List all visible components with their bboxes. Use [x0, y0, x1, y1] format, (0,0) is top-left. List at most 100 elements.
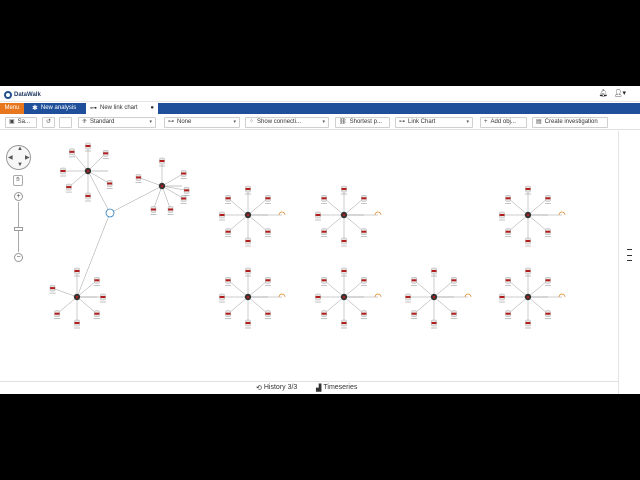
entity-node-band[interactable]	[181, 197, 187, 200]
entity-node-band[interactable]	[69, 150, 75, 153]
hand-icon[interactable]: ✋︎	[13, 175, 23, 186]
entity-node-band[interactable]	[341, 322, 347, 324]
entity-node-band[interactable]	[60, 170, 66, 172]
entity-node-band[interactable]	[184, 189, 190, 192]
entity-node-band[interactable]	[100, 296, 106, 298]
entity-node-band[interactable]	[265, 312, 271, 315]
entity-node-band[interactable]	[245, 270, 251, 272]
entity-node-band[interactable]	[321, 312, 327, 315]
hub-node-center[interactable]	[86, 169, 90, 173]
wifi-node-icon[interactable]	[278, 293, 286, 298]
link-chart-canvas[interactable]	[0, 131, 618, 381]
entity-node-band[interactable]	[245, 240, 251, 242]
redo-button[interactable]	[59, 117, 72, 128]
entity-node-band[interactable]	[545, 197, 551, 200]
user-menu[interactable]: 👤︎▾	[614, 89, 626, 97]
entity-node-band[interactable]	[361, 230, 367, 233]
entity-node-band[interactable]	[219, 296, 225, 298]
hub-node-center[interactable]	[526, 295, 530, 299]
add-objects-button[interactable]: + Add obj...	[480, 117, 527, 128]
zoom-in-button[interactable]: +	[14, 192, 23, 201]
wifi-node-icon[interactable]	[464, 293, 472, 298]
wifi-node-icon[interactable]	[278, 211, 286, 216]
entity-node-band[interactable]	[85, 145, 91, 147]
entity-node-band[interactable]	[505, 279, 511, 282]
zoom-slider-handle[interactable]	[14, 227, 23, 231]
wifi-node-icon[interactable]	[558, 293, 566, 298]
shortest-path-button[interactable]: ⛓︎ Shortest p...	[335, 117, 390, 128]
entity-node-band[interactable]	[265, 197, 271, 200]
pan-left-icon[interactable]: ◀	[8, 154, 13, 161]
pan-down-icon[interactable]: ▼	[17, 162, 23, 168]
history-button[interactable]: ⟲ History 3/3	[256, 384, 297, 392]
entity-node-band[interactable]	[74, 322, 80, 324]
entity-node-band[interactable]	[411, 279, 417, 282]
entity-node-band[interactable]	[321, 279, 327, 282]
entity-node-band[interactable]	[225, 230, 231, 233]
entity-node-band[interactable]	[321, 230, 327, 233]
entity-node-band[interactable]	[431, 322, 437, 324]
hub-node-center[interactable]	[526, 213, 530, 217]
hub-node-center[interactable]	[246, 295, 250, 299]
hub-node-center[interactable]	[160, 184, 164, 188]
entity-node-band[interactable]	[361, 279, 367, 282]
entity-node-band[interactable]	[85, 195, 91, 197]
entity-node-band[interactable]	[225, 312, 231, 315]
selected-node[interactable]	[105, 208, 115, 218]
connections-select[interactable]: ⁘ Show connecti... ▾	[245, 117, 329, 128]
hub-node-center[interactable]	[246, 213, 250, 217]
entity-node-band[interactable]	[54, 312, 60, 315]
entity-node-band[interactable]	[265, 230, 271, 233]
entity-node-band[interactable]	[499, 296, 505, 298]
entity-node-band[interactable]	[451, 312, 457, 315]
entity-node-band[interactable]	[225, 197, 231, 200]
entity-node-band[interactable]	[361, 312, 367, 315]
layout-select[interactable]: ⁜ Standard ▾	[78, 117, 156, 128]
entity-node-band[interactable]	[405, 296, 411, 298]
entity-node-band[interactable]	[505, 197, 511, 200]
entity-node-band[interactable]	[451, 279, 457, 282]
entity-node-band[interactable]	[525, 270, 531, 272]
entity-node-band[interactable]	[225, 279, 231, 282]
entity-node-band[interactable]	[545, 312, 551, 315]
zoom-out-button[interactable]: −	[14, 253, 23, 262]
entity-node-band[interactable]	[341, 188, 347, 190]
hub-node-center[interactable]	[75, 295, 79, 299]
entity-node-band[interactable]	[50, 287, 56, 290]
entity-node-band[interactable]	[545, 230, 551, 233]
entity-node-band[interactable]	[341, 240, 347, 242]
entity-node-band[interactable]	[505, 230, 511, 233]
entity-node-band[interactable]	[431, 270, 437, 272]
entity-node-band[interactable]	[411, 312, 417, 315]
entity-node-band[interactable]	[265, 279, 271, 282]
entity-node-band[interactable]	[94, 279, 100, 282]
entity-node-band[interactable]	[341, 270, 347, 272]
chart-type-select[interactable]: ⊶ Link Chart ▾	[395, 117, 473, 128]
entity-node-band[interactable]	[245, 188, 251, 190]
entity-node-band[interactable]	[525, 240, 531, 242]
hub-node-center[interactable]	[342, 213, 346, 217]
app-logo[interactable]: DataWalk	[4, 89, 41, 100]
create-investigation-button[interactable]: ▤ Create investigation	[532, 117, 608, 128]
entity-node-band[interactable]	[168, 208, 174, 211]
bell-icon[interactable]: 🔔︎	[599, 89, 608, 97]
pan-right-icon[interactable]: ▶	[25, 154, 30, 161]
entity-node-band[interactable]	[219, 214, 225, 216]
panel-toggle-icon[interactable]	[627, 249, 632, 261]
pan-up-icon[interactable]: ▲	[17, 146, 23, 152]
hub-node-center[interactable]	[342, 295, 346, 299]
entity-node-band[interactable]	[315, 296, 321, 298]
entity-node-band[interactable]	[505, 312, 511, 315]
entity-node-band[interactable]	[107, 182, 113, 185]
undo-button[interactable]: ↺	[42, 117, 55, 128]
entity-node-band[interactable]	[361, 197, 367, 200]
save-button[interactable]: ▣ Sa...	[5, 117, 37, 128]
entity-node-band[interactable]	[181, 172, 187, 175]
tab-new-analysis[interactable]: ✱ New analysis	[28, 103, 84, 114]
entity-node-band[interactable]	[150, 208, 156, 211]
entity-node-band[interactable]	[315, 214, 321, 216]
group-select[interactable]: ⊶ None ▾	[164, 117, 240, 128]
entity-node-band[interactable]	[94, 312, 100, 315]
entity-node-band[interactable]	[499, 214, 505, 216]
tab-new-link-chart[interactable]: ⊶ New link chart ●	[86, 103, 158, 114]
